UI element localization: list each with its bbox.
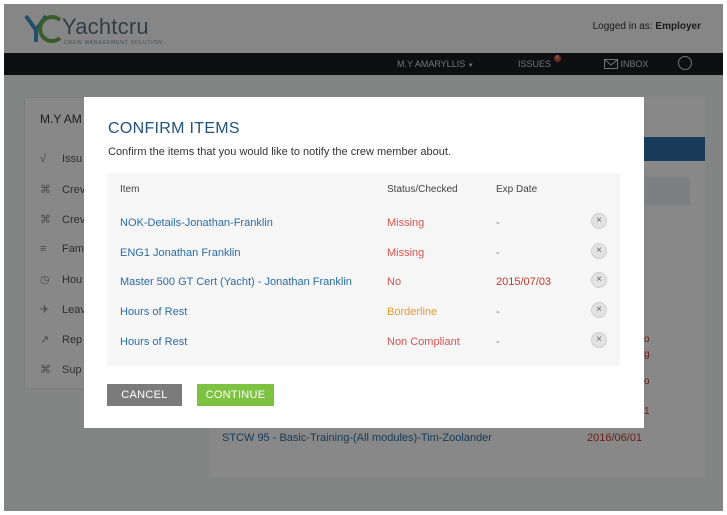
exp-date-value: - <box>496 306 500 318</box>
status-value: Missing <box>387 217 425 229</box>
modal-subtitle: Confirm the items that you would like to… <box>108 146 451 158</box>
exp-date-value: - <box>496 336 500 348</box>
remove-item-icon[interactable]: × <box>591 272 607 288</box>
exp-date-value: 2015/07/03 <box>496 276 552 288</box>
remove-item-icon[interactable]: × <box>591 332 607 348</box>
items-table: Item Status/Checked Exp Date NOK-Details… <box>107 173 620 366</box>
table-row: ENG1 Jonathan Franklin Missing - × <box>107 239 620 267</box>
item-link[interactable]: Hours of Rest <box>120 336 187 348</box>
app-window: Yachtcru CREW MANAGEMENT SOLUTION Logged… <box>4 4 723 511</box>
column-header-exp-date: Exp Date <box>496 184 538 195</box>
modal-title: CONFIRM ITEMS <box>108 120 240 137</box>
confirm-items-modal: CONFIRM ITEMS Confirm the items that you… <box>84 97 644 428</box>
continue-button[interactable]: CONTINUE <box>197 384 274 406</box>
column-header-status: Status/Checked <box>387 184 458 195</box>
exp-date-value: - <box>496 247 500 259</box>
item-link[interactable]: Hours of Rest <box>120 306 187 318</box>
table-row: Hours of Rest Borderline - × <box>107 298 620 326</box>
status-value: No <box>387 276 402 288</box>
table-row: Hours of Rest Non Compliant - × <box>107 328 620 356</box>
cancel-button[interactable]: CANCEL <box>107 384 182 406</box>
item-link[interactable]: NOK-Details-Jonathan-Franklin <box>120 217 273 229</box>
column-header-item: Item <box>120 184 140 195</box>
table-row: Master 500 GT Cert (Yacht) - Jonathan Fr… <box>107 268 620 296</box>
table-row: NOK-Details-Jonathan-Franklin Missing - … <box>107 209 620 237</box>
remove-item-icon[interactable]: × <box>591 243 607 259</box>
status-value: Missing <box>387 247 425 259</box>
remove-item-icon[interactable]: × <box>591 302 607 318</box>
status-value: Borderline <box>387 306 438 318</box>
exp-date-value: - <box>496 217 500 229</box>
item-link[interactable]: ENG1 Jonathan Franklin <box>120 247 240 259</box>
status-value: Non Compliant <box>387 336 460 348</box>
remove-item-icon[interactable]: × <box>591 213 607 229</box>
item-link[interactable]: Master 500 GT Cert (Yacht) - Jonathan Fr… <box>120 276 352 288</box>
